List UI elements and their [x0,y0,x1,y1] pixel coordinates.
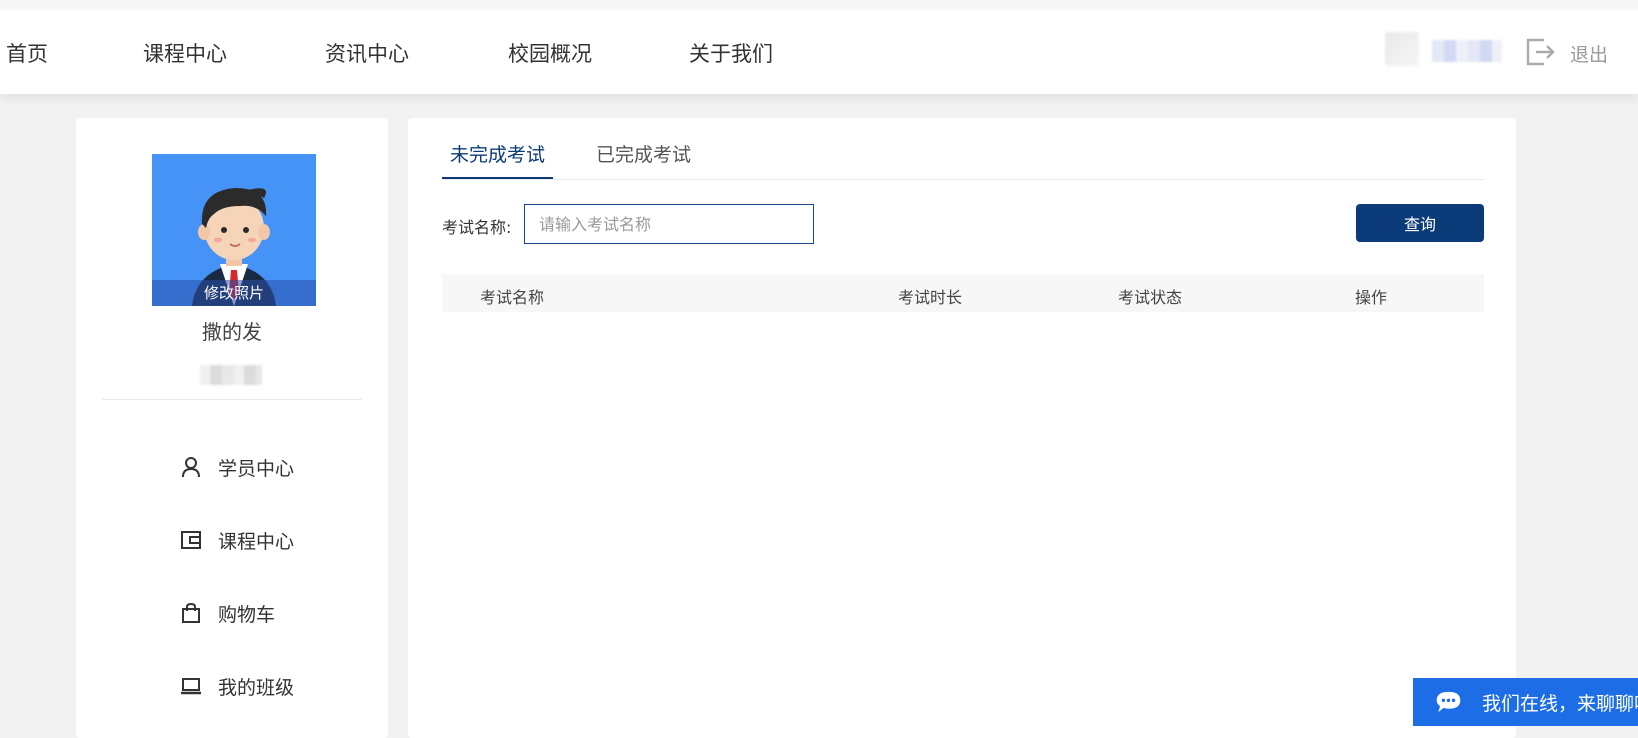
logout-button[interactable]: 退出 [1570,40,1608,67]
wallet-icon [181,531,201,549]
logout-icon[interactable] [1524,36,1556,68]
profile-sidebar: 修改照片 撒的发 学员中心 课程中心 购物车 我的班级 [76,118,388,738]
user-name[interactable] [1432,40,1502,62]
profile-name: 撒的发 [202,320,262,344]
user-icon [182,457,200,478]
query-button[interactable]: 查询 [1356,204,1484,242]
exam-tabs: 未完成考试 已完成考试 [442,136,1484,180]
nav-home[interactable]: 首页 [6,38,48,68]
sidebar-item-my-class[interactable]: 我的班级 [180,671,294,701]
profile-photo: 修改照片 [152,154,316,306]
column-header-status: 考试状态 [1118,288,1183,307]
sidebar-item-course-center[interactable]: 课程中心 [180,525,294,555]
change-photo-button[interactable]: 修改照片 [152,280,316,306]
profile-subtitle [200,365,262,385]
sidebar-item-cart[interactable]: 购物车 [180,598,275,628]
nav-courses[interactable]: 课程中心 [143,38,227,68]
sidebar-divider [102,399,362,400]
sidebar-item-label: 学员中心 [218,457,295,480]
column-header-duration: 考试时长 [898,288,963,307]
sidebar-item-label: 购物车 [218,603,276,626]
nav-about[interactable]: 关于我们 [689,38,773,68]
tab-unfinished-exams[interactable]: 未完成考试 [442,140,554,179]
online-chat-button[interactable]: 我们在线，来聊聊吧 [1413,678,1638,726]
column-header-exam-name: 考试名称 [480,288,545,307]
exam-name-label: 考试名称: [442,218,512,237]
nav-news[interactable]: 资讯中心 [325,38,409,68]
user-avatar[interactable] [1385,32,1419,66]
sidebar-item-student-center[interactable]: 学员中心 [180,452,294,482]
sidebar-item-label: 课程中心 [218,530,295,553]
sidebar-item-label: 我的班级 [218,676,295,699]
table-header: 考试名称 考试时长 考试状态 操作 [442,274,1484,312]
exam-name-input[interactable] [524,204,814,244]
chat-bubble-icon [1436,691,1461,713]
laptop-icon [181,678,201,695]
chat-label: 我们在线，来聊聊吧 [1481,692,1638,715]
exam-panel: 未完成考试 已完成考试 考试名称: 查询 考试名称 考试时长 考试状态 操作 [408,118,1516,738]
column-header-actions: 操作 [1355,288,1388,307]
shopping-bag-icon [182,602,200,623]
nav-campus[interactable]: 校园概况 [508,38,592,68]
tab-finished-exams[interactable]: 已完成考试 [588,140,699,177]
